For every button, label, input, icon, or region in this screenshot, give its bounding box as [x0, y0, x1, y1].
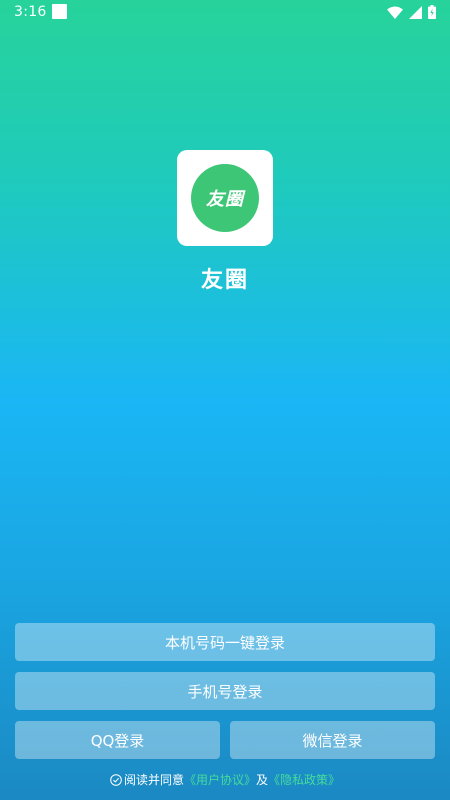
app-name: 友圈: [200, 268, 249, 293]
user-agreement-link[interactable]: 《用户协议》: [184, 771, 256, 788]
agreement-row: 阅读并同意 《用户协议》 及 《隐私政策》: [0, 771, 450, 788]
privacy-policy-link[interactable]: 《隐私政策》: [268, 771, 340, 788]
phone-login-button[interactable]: 手机号登录: [15, 672, 435, 710]
agreement-checkbox-icon[interactable]: [110, 773, 122, 786]
one-key-login-button[interactable]: 本机号码一键登录: [15, 623, 435, 661]
status-time: 3:16: [14, 4, 47, 20]
app-logo: 友圈: [177, 150, 273, 246]
agreement-and: 及: [256, 773, 269, 787]
status-icons: [387, 5, 436, 19]
status-bar: 3:16: [0, 0, 450, 26]
logo-circle: 友圈: [191, 164, 259, 232]
signal-icon: [409, 5, 422, 19]
notification-square-icon: [52, 4, 67, 19]
qq-login-button[interactable]: QQ登录: [15, 721, 220, 759]
wechat-login-button[interactable]: 微信登录: [230, 721, 435, 759]
battery-icon: [428, 5, 436, 19]
agreement-prefix: 阅读并同意: [123, 773, 184, 787]
wifi-icon: [387, 6, 403, 19]
